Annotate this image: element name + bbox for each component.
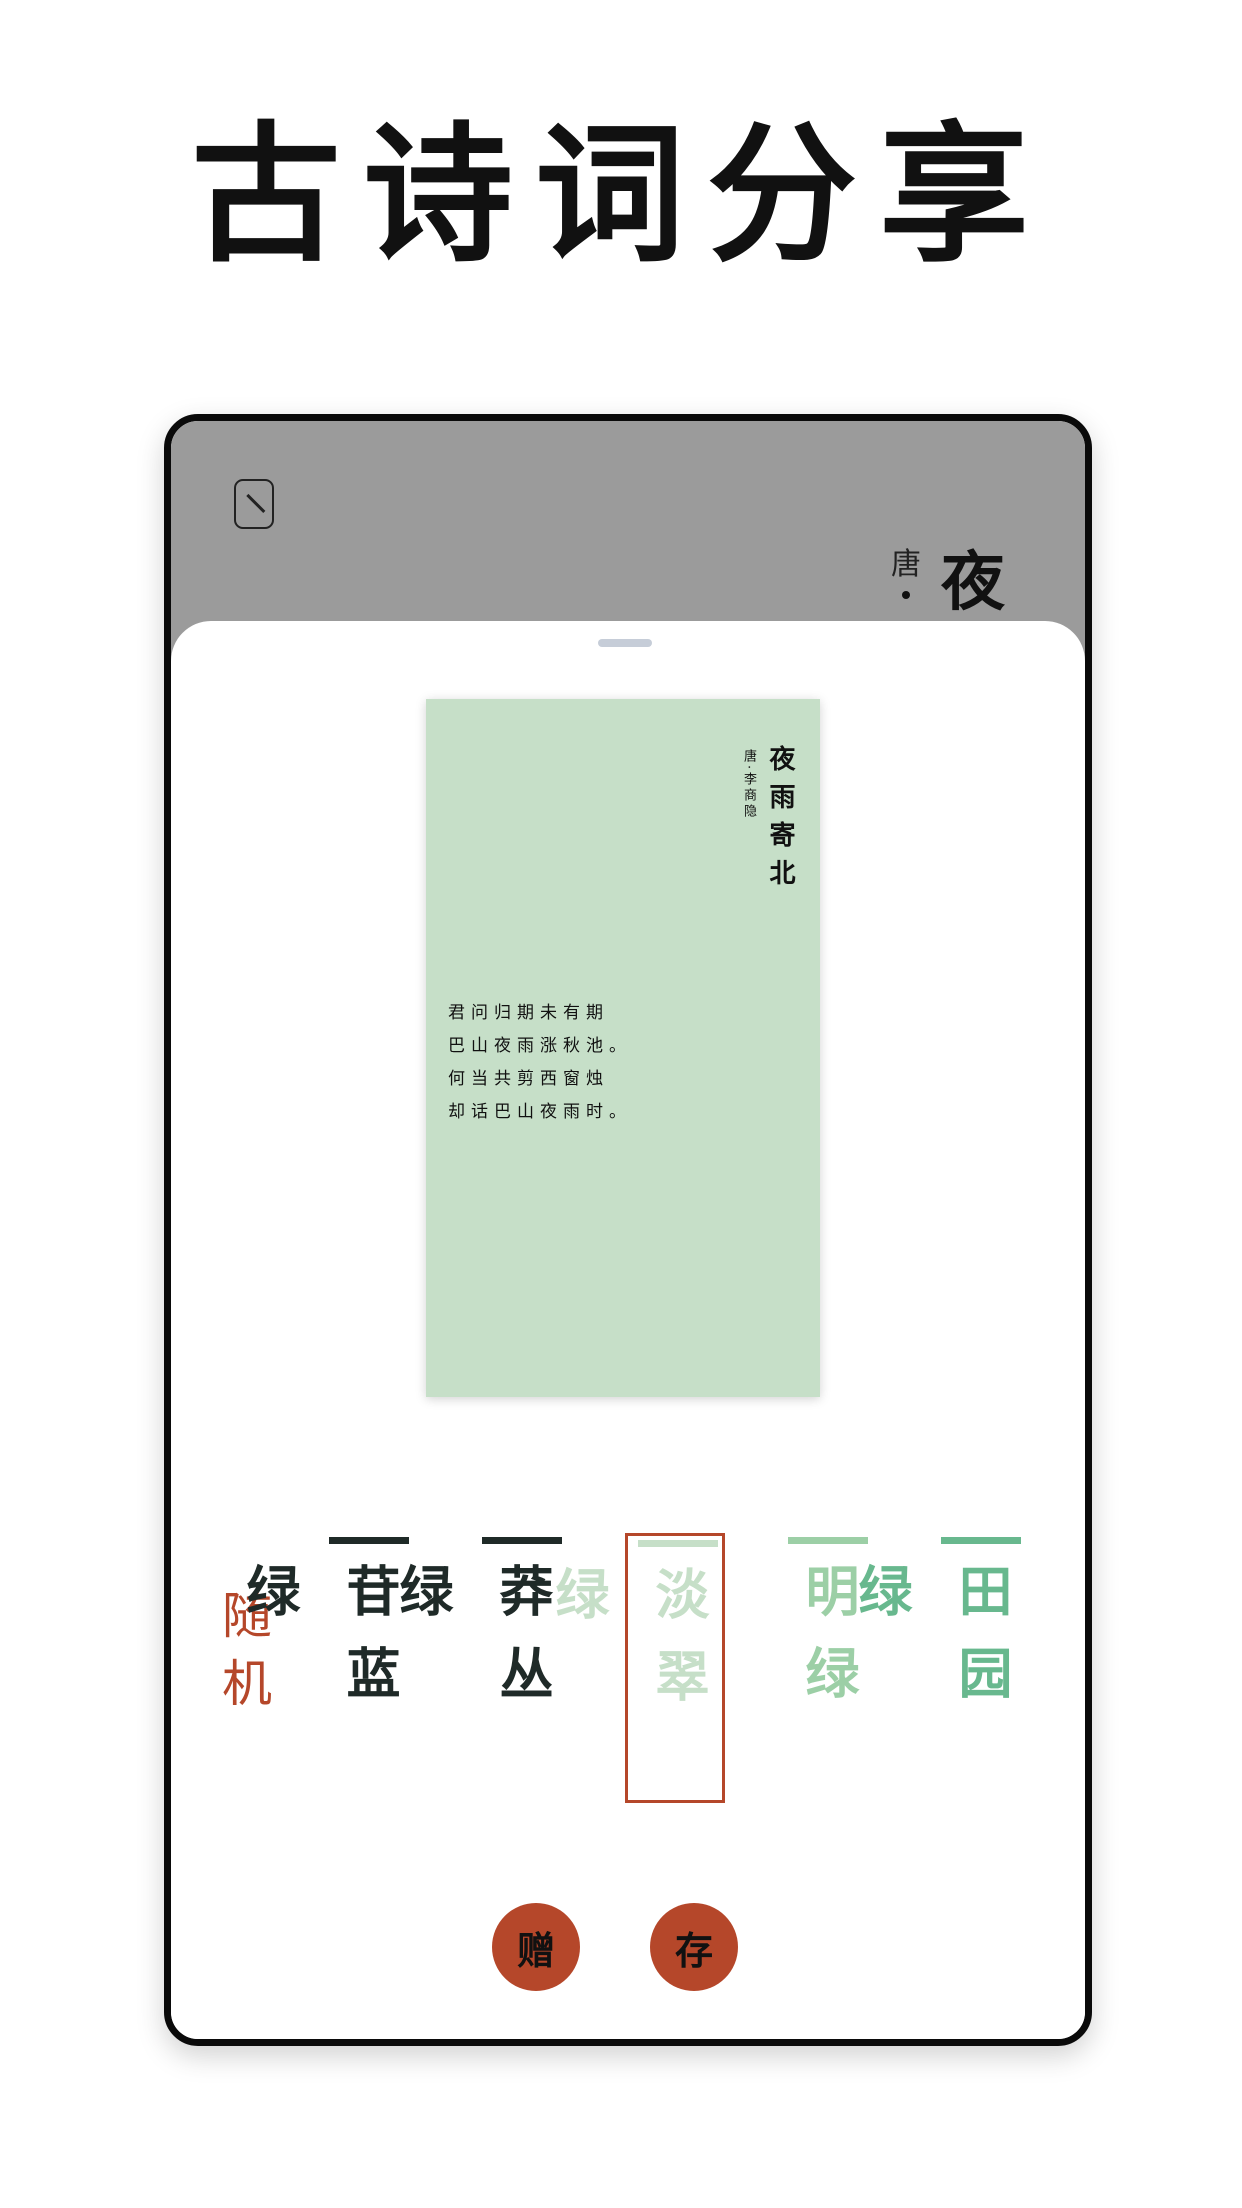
color-swatch[interactable]: 淡翠绿 bbox=[546, 1533, 725, 1803]
poem-preview-card: 夜雨寄北 唐·李商隐 君问归期未有期 巴山夜雨涨秋池。 何当共剪西窗烛 却话巴山… bbox=[426, 699, 820, 1397]
poem-line: 却话巴山夜雨时。 bbox=[448, 1102, 632, 1122]
poem-line: 巴山夜雨涨秋池。 bbox=[448, 1036, 632, 1056]
color-swatch[interactable]: 田园绿 bbox=[849, 1533, 1031, 1803]
background-separator-dot bbox=[902, 591, 910, 599]
swatch-color-bar bbox=[329, 1537, 409, 1544]
poem-author: 唐·李商隐 bbox=[741, 749, 756, 821]
swatch-color-name: 淡翠绿 bbox=[546, 1566, 710, 1730]
swatch-color-bar bbox=[941, 1537, 1021, 1544]
poem-body: 君问归期未有期 巴山夜雨涨秋池。 何当共剪西窗烛 却话巴山夜雨时。 bbox=[448, 997, 788, 1129]
background-dynasty: 唐 bbox=[891, 547, 921, 582]
swatch-color-bar bbox=[638, 1540, 718, 1547]
sheet-drag-handle[interactable] bbox=[598, 639, 652, 647]
hero-title: 古诗词分享 bbox=[190, 107, 1051, 283]
swatch-color-name: 田园绿 bbox=[849, 1563, 1013, 1727]
exit-icon[interactable] bbox=[234, 479, 274, 529]
share-sheet: 夜雨寄北 唐·李商隐 君问归期未有期 巴山夜雨涨秋池。 何当共剪西窗烛 却话巴山… bbox=[171, 621, 1085, 2039]
swatch-color-bar bbox=[788, 1537, 868, 1544]
gift-button[interactable]: 赠 bbox=[492, 1903, 580, 1991]
poem-title: 夜雨寄北 bbox=[765, 745, 795, 897]
save-button[interactable]: 存 bbox=[650, 1903, 738, 1991]
swatch-color-bar bbox=[482, 1537, 562, 1544]
poem-line: 君问归期未有期 bbox=[448, 1003, 609, 1023]
poem-line: 何当共剪西窗烛 bbox=[448, 1069, 609, 1089]
phone-frame: 唐 夜 夜雨寄北 唐·李商隐 君问归期未有期 巴山夜雨涨秋池。 何当共剪西窗烛 … bbox=[164, 414, 1092, 2046]
background-title-char: 夜 bbox=[941, 545, 1005, 620]
